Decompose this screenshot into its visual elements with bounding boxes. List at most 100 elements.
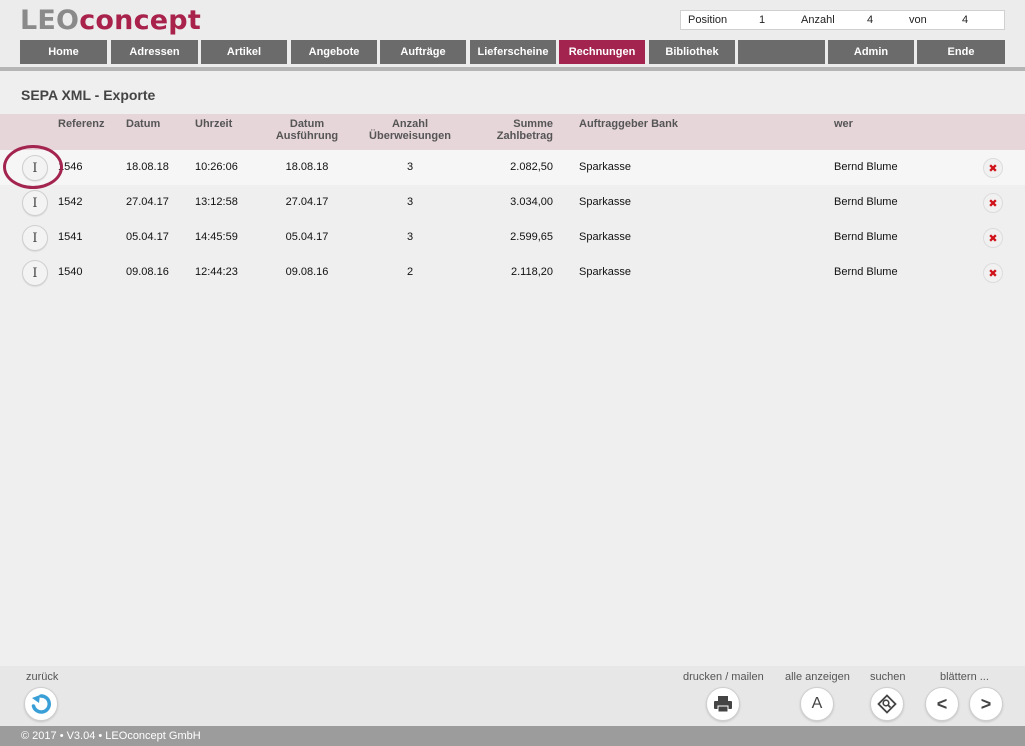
col-summe-line2: Zahlbetrag [496,130,553,142]
col-anzahl-line1: Anzahl [391,118,429,130]
cell-wer: Bernd Blume [834,161,898,173]
nav-ende[interactable]: Ende [917,40,1005,64]
info-icon[interactable]: I [22,155,48,181]
nav-empty[interactable] [738,40,825,64]
cell-wer: Bernd Blume [834,266,898,278]
col-datum-ausfuehrung[interactable]: Datum Ausführung [267,118,347,142]
table-row[interactable]: I 1546 18.08.18 10:26:06 18.08.18 3 2.08… [0,150,1025,185]
search-button[interactable] [870,687,904,721]
print-label: drucken / mailen [683,671,764,683]
col-datum[interactable]: Datum [126,118,160,130]
show-all-button[interactable]: A [800,687,834,721]
delete-icon[interactable]: ✖ [983,263,1003,283]
col-anzahl-line2: Überweisungen [369,130,451,142]
info-icon[interactable]: I [22,225,48,251]
printer-icon [714,696,732,713]
show-all-label: alle anzeigen [785,671,850,683]
next-page-button[interactable]: > [969,687,1003,721]
cell-anzahl: 3 [406,196,414,208]
app-window: LEOconcept Position 1 Anzahl 4 von 4 Hom… [0,0,1025,746]
nav-admin[interactable]: Admin [828,40,914,64]
col-summe-line1: Summe [513,118,553,130]
prev-page-button[interactable]: < [925,687,959,721]
chevron-left-icon: < [936,693,948,714]
chevron-right-icon: > [980,693,992,714]
count-value: 4 [867,14,874,26]
position-label: Position [688,14,728,26]
back-button[interactable] [24,687,58,721]
print-button[interactable] [706,687,740,721]
cell-uhrzeit: 12:44:23 [195,266,238,278]
cell-uhrzeit: 13:12:58 [195,196,238,208]
back-label: zurück [26,671,59,683]
cell-bank: Sparkasse [579,196,631,208]
delete-icon[interactable]: ✖ [983,228,1003,248]
record-status-box: Position 1 Anzahl 4 von 4 [680,10,1005,30]
cell-anzahl: 3 [406,231,414,243]
nav-angebote[interactable]: Angebote [291,40,377,64]
nav-lieferscheine[interactable]: Lieferscheine [470,40,556,64]
cell-referenz: 1541 [58,231,83,243]
page-title: SEPA XML - Exporte [21,87,156,103]
back-arrow-icon [31,694,51,714]
cell-ausfuehrung: 09.08.16 [285,266,329,278]
nav-artikel[interactable]: Artikel [201,40,287,64]
logo-concept: concept [79,5,201,36]
cell-datum: 05.04.17 [126,231,169,243]
table-row[interactable]: I 1542 27.04.17 13:12:58 27.04.17 3 3.03… [0,185,1025,220]
cell-ausfuehrung: 05.04.17 [285,231,329,243]
search-icon [877,694,897,714]
position-value: 1 [759,14,766,26]
search-label: suchen [870,671,906,683]
cell-summe: 2.118,20 [510,266,553,278]
nav-home[interactable]: Home [20,40,107,64]
col-wer[interactable]: wer [834,118,853,130]
cell-uhrzeit: 14:45:59 [195,231,238,243]
cell-ausfuehrung: 18.08.18 [285,161,329,173]
col-auftraggeber-bank[interactable]: Auftraggeber Bank [579,118,678,130]
nav-adressen[interactable]: Adressen [111,40,198,64]
cell-anzahl: 3 [406,161,414,173]
cell-summe: 2.599,65 [510,231,553,243]
cell-wer: Bernd Blume [834,231,898,243]
of-value: 4 [962,14,969,26]
cell-uhrzeit: 10:26:06 [195,161,238,173]
delete-icon[interactable]: ✖ [983,193,1003,213]
main-nav: Home Adressen Artikel Angebote Aufträge … [20,40,1005,64]
leoconcept-logo: LEOconcept [20,5,201,36]
cell-referenz: 1546 [58,161,83,173]
col-summe-zahlbetrag[interactable]: Summe Zahlbetrag [473,118,553,142]
col-datum-ausfuehrung-line1: Datum [289,118,325,130]
cell-datum: 18.08.18 [126,161,169,173]
bottom-toolbar: zurück drucken / mailen alle anzeigen A … [0,666,1025,726]
show-all-icon: A [811,695,823,712]
col-referenz[interactable]: Referenz [58,118,104,130]
info-icon[interactable]: I [22,190,48,216]
main-content: SEPA XML - Exporte Referenz Datum Uhrzei… [0,71,1025,666]
cell-datum: 09.08.16 [126,266,169,278]
nav-rechnungen[interactable]: Rechnungen [559,40,645,64]
delete-icon[interactable]: ✖ [983,158,1003,178]
col-anzahl-ueberweisungen[interactable]: Anzahl Überweisungen [360,118,460,142]
cell-referenz: 1542 [58,196,83,208]
cell-summe: 2.082,50 [510,161,553,173]
nav-bibliothek[interactable]: Bibliothek [649,40,735,64]
table-header: Referenz Datum Uhrzeit Datum Ausführung … [0,114,1025,150]
cell-referenz: 1540 [58,266,83,278]
of-label: von [909,14,927,26]
logo-leo: LEO [20,5,80,36]
table-row[interactable]: I 1541 05.04.17 14:45:59 05.04.17 3 2.59… [0,220,1025,255]
cell-bank: Sparkasse [579,266,631,278]
cell-anzahl: 2 [406,266,414,278]
cell-bank: Sparkasse [579,231,631,243]
table-row[interactable]: I 1540 09.08.16 12:44:23 09.08.16 2 2.11… [0,255,1025,290]
cell-bank: Sparkasse [579,161,631,173]
cell-summe: 3.034,00 [510,196,553,208]
info-icon[interactable]: I [22,260,48,286]
nav-auftraege[interactable]: Aufträge [380,40,466,64]
count-label: Anzahl [801,14,835,26]
cell-ausfuehrung: 27.04.17 [285,196,329,208]
cell-datum: 27.04.17 [126,196,169,208]
col-uhrzeit[interactable]: Uhrzeit [195,118,232,130]
col-datum-ausfuehrung-line2: Ausführung [275,130,339,142]
